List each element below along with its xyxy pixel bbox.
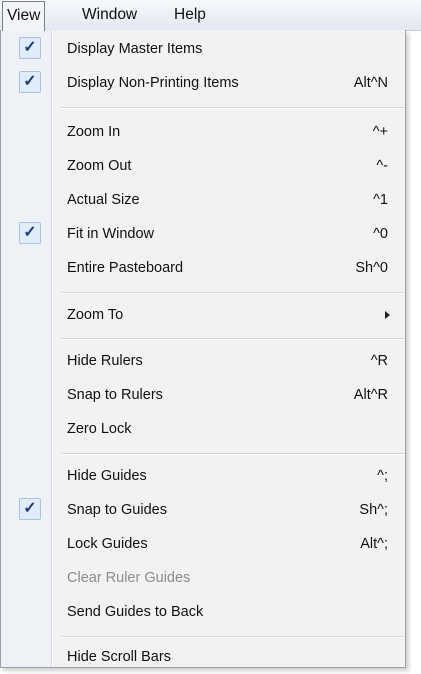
menu-item-label: Actual Size bbox=[67, 192, 140, 208]
menu-item-clear-ruler-guides: Clear Ruler Guides bbox=[1, 561, 405, 595]
menu-item-shortcut: Alt^; bbox=[360, 536, 388, 552]
menu-item-shortcut: ^1 bbox=[373, 192, 388, 208]
menu-item-zero-lock[interactable]: Zero Lock bbox=[1, 412, 405, 446]
menu-item-shortcut: ^; bbox=[377, 468, 388, 484]
menu-item-shortcut: ^R bbox=[370, 353, 388, 369]
submenu-arrow-icon bbox=[385, 311, 390, 319]
menu-bar: View Window Help bbox=[0, 0, 421, 31]
menu-separator bbox=[61, 107, 405, 109]
menu-separator bbox=[61, 292, 405, 294]
menu-item-display-non-printing-items[interactable]: ✓ Display Non-Printing Items Alt^N bbox=[1, 66, 405, 100]
menu-item-actual-size[interactable]: Actual Size ^1 bbox=[1, 183, 405, 217]
checkmark-icon: ✓ bbox=[19, 222, 41, 244]
menu-item-zoom-in[interactable]: Zoom In ^+ bbox=[1, 115, 405, 149]
menu-item-send-guides-to-back[interactable]: Send Guides to Back bbox=[1, 595, 405, 629]
menu-separator bbox=[61, 636, 405, 638]
menu-item-hide-rulers[interactable]: Hide Rulers ^R bbox=[1, 344, 405, 378]
menu-item-shortcut: Alt^R bbox=[353, 387, 388, 403]
menu-item-zoom-to[interactable]: Zoom To bbox=[1, 298, 405, 332]
menu-item-label: Zoom To bbox=[67, 307, 124, 323]
view-menu-dropdown: ✓ Display Master Items ✓ Display Non-Pri… bbox=[0, 30, 406, 668]
menu-item-shortcut: Sh^; bbox=[359, 502, 388, 518]
menu-item-hide-guides[interactable]: Hide Guides ^; bbox=[1, 459, 405, 493]
checkmark-icon: ✓ bbox=[19, 37, 41, 59]
menu-item-hide-scroll-bars[interactable]: Hide Scroll Bars bbox=[1, 640, 405, 674]
menu-item-label: Send Guides to Back bbox=[67, 604, 204, 620]
menu-item-label: Zoom In bbox=[67, 124, 121, 140]
menu-window[interactable]: Window bbox=[82, 0, 137, 30]
menu-item-label: Lock Guides bbox=[67, 536, 148, 552]
menu-item-label: Snap to Rulers bbox=[67, 387, 163, 403]
menu-item-label: Hide Scroll Bars bbox=[67, 649, 171, 665]
menu-item-shortcut: ^0 bbox=[373, 226, 388, 242]
menu-item-zoom-out[interactable]: Zoom Out ^- bbox=[1, 149, 405, 183]
menu-item-label: Display Master Items bbox=[67, 41, 203, 57]
menu-item-lock-guides[interactable]: Lock Guides Alt^; bbox=[1, 527, 405, 561]
menu-item-snap-to-rulers[interactable]: Snap to Rulers Alt^R bbox=[1, 378, 405, 412]
menu-separator bbox=[61, 338, 405, 340]
menu-item-shortcut: Alt^N bbox=[353, 75, 388, 91]
menu-item-shortcut: ^+ bbox=[372, 124, 388, 140]
menu-item-label: Zoom Out bbox=[67, 158, 132, 174]
checkmark-icon: ✓ bbox=[19, 498, 41, 520]
menu-item-fit-in-window[interactable]: ✓ Fit in Window ^0 bbox=[1, 217, 405, 251]
menu-help[interactable]: Help bbox=[174, 0, 206, 30]
menu-item-shortcut: Sh^0 bbox=[355, 260, 388, 276]
menu-item-label: Display Non-Printing Items bbox=[67, 75, 239, 91]
menu-item-label: Fit in Window bbox=[67, 226, 155, 242]
checkmark-icon: ✓ bbox=[19, 71, 41, 93]
menu-view[interactable]: View bbox=[2, 1, 46, 31]
menu-item-label: Snap to Guides bbox=[67, 502, 167, 518]
menu-separator bbox=[61, 453, 405, 455]
menu-item-entire-pasteboard[interactable]: Entire Pasteboard Sh^0 bbox=[1, 251, 405, 285]
menu-item-label: Zero Lock bbox=[67, 421, 132, 437]
menu-item-shortcut: ^- bbox=[376, 158, 388, 174]
menu-item-label: Hide Rulers bbox=[67, 353, 143, 369]
menu-item-label: Entire Pasteboard bbox=[67, 260, 184, 276]
menu-item-label: Clear Ruler Guides bbox=[67, 570, 191, 586]
menu-item-display-master-items[interactable]: ✓ Display Master Items bbox=[1, 32, 405, 66]
menu-item-label: Hide Guides bbox=[67, 468, 147, 484]
menu-item-snap-to-guides[interactable]: ✓ Snap to Guides Sh^; bbox=[1, 493, 405, 527]
